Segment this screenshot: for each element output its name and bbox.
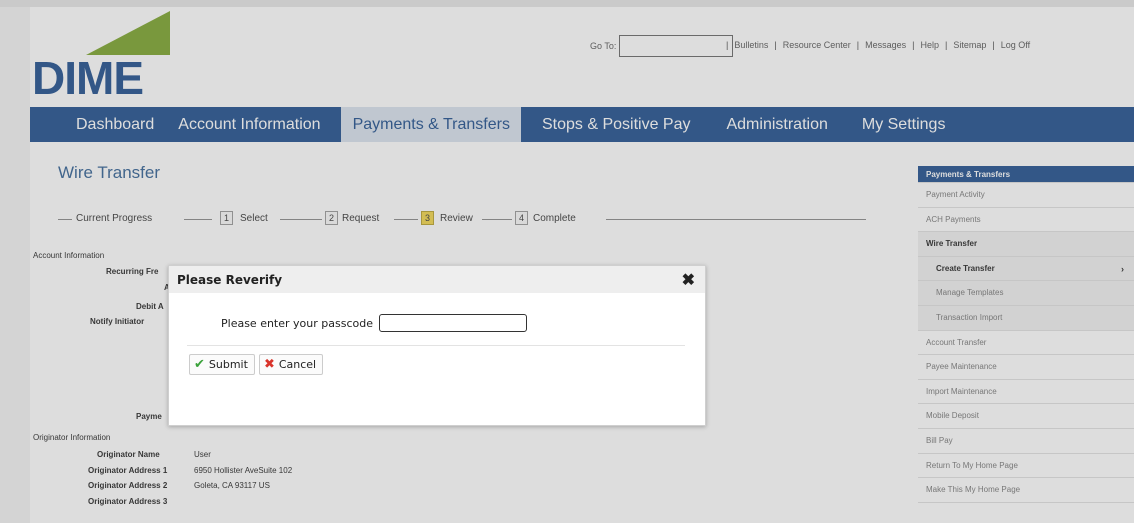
submit-button[interactable]: ✔ Submit	[189, 354, 255, 375]
passcode-input[interactable]	[378, 314, 527, 332]
dialog-divider	[187, 345, 685, 346]
modal-overlay	[0, 0, 1134, 523]
passcode-row: Please enter your passcode	[221, 314, 527, 332]
checkmark-icon: ✔	[194, 357, 205, 372]
cancel-button[interactable]: ✖ Cancel	[258, 354, 324, 375]
cancel-label: Cancel	[278, 358, 317, 371]
dialog-buttons: ✔ Submit ✖ Cancel	[189, 354, 327, 375]
x-icon: ✖	[263, 357, 275, 372]
dialog-title: Please Reverify	[177, 272, 283, 287]
dialog-header: Please Reverify ✖	[169, 266, 705, 293]
reverify-dialog: Please Reverify ✖ Please enter your pass…	[168, 265, 706, 426]
close-icon[interactable]: ✖	[682, 270, 695, 290]
submit-label: Submit	[208, 358, 248, 371]
passcode-label: Please enter your passcode	[221, 316, 373, 330]
